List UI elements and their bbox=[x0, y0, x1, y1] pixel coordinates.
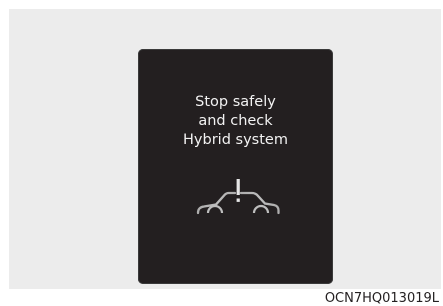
warning-message-line-2: and check bbox=[198, 113, 273, 129]
warning-message: Stop safely and check Hybrid system bbox=[138, 93, 333, 150]
cluster-display: Stop safely and check Hybrid system bbox=[138, 49, 333, 284]
warning-message-line-3: Hybrid system bbox=[183, 132, 288, 148]
image-reference-code: OCN7HQ013019L bbox=[324, 291, 439, 306]
illustration-panel: Stop safely and check Hybrid system bbox=[9, 9, 441, 289]
warning-message-line-1: Stop safely bbox=[195, 94, 276, 110]
car-warning-icon bbox=[196, 179, 280, 222]
